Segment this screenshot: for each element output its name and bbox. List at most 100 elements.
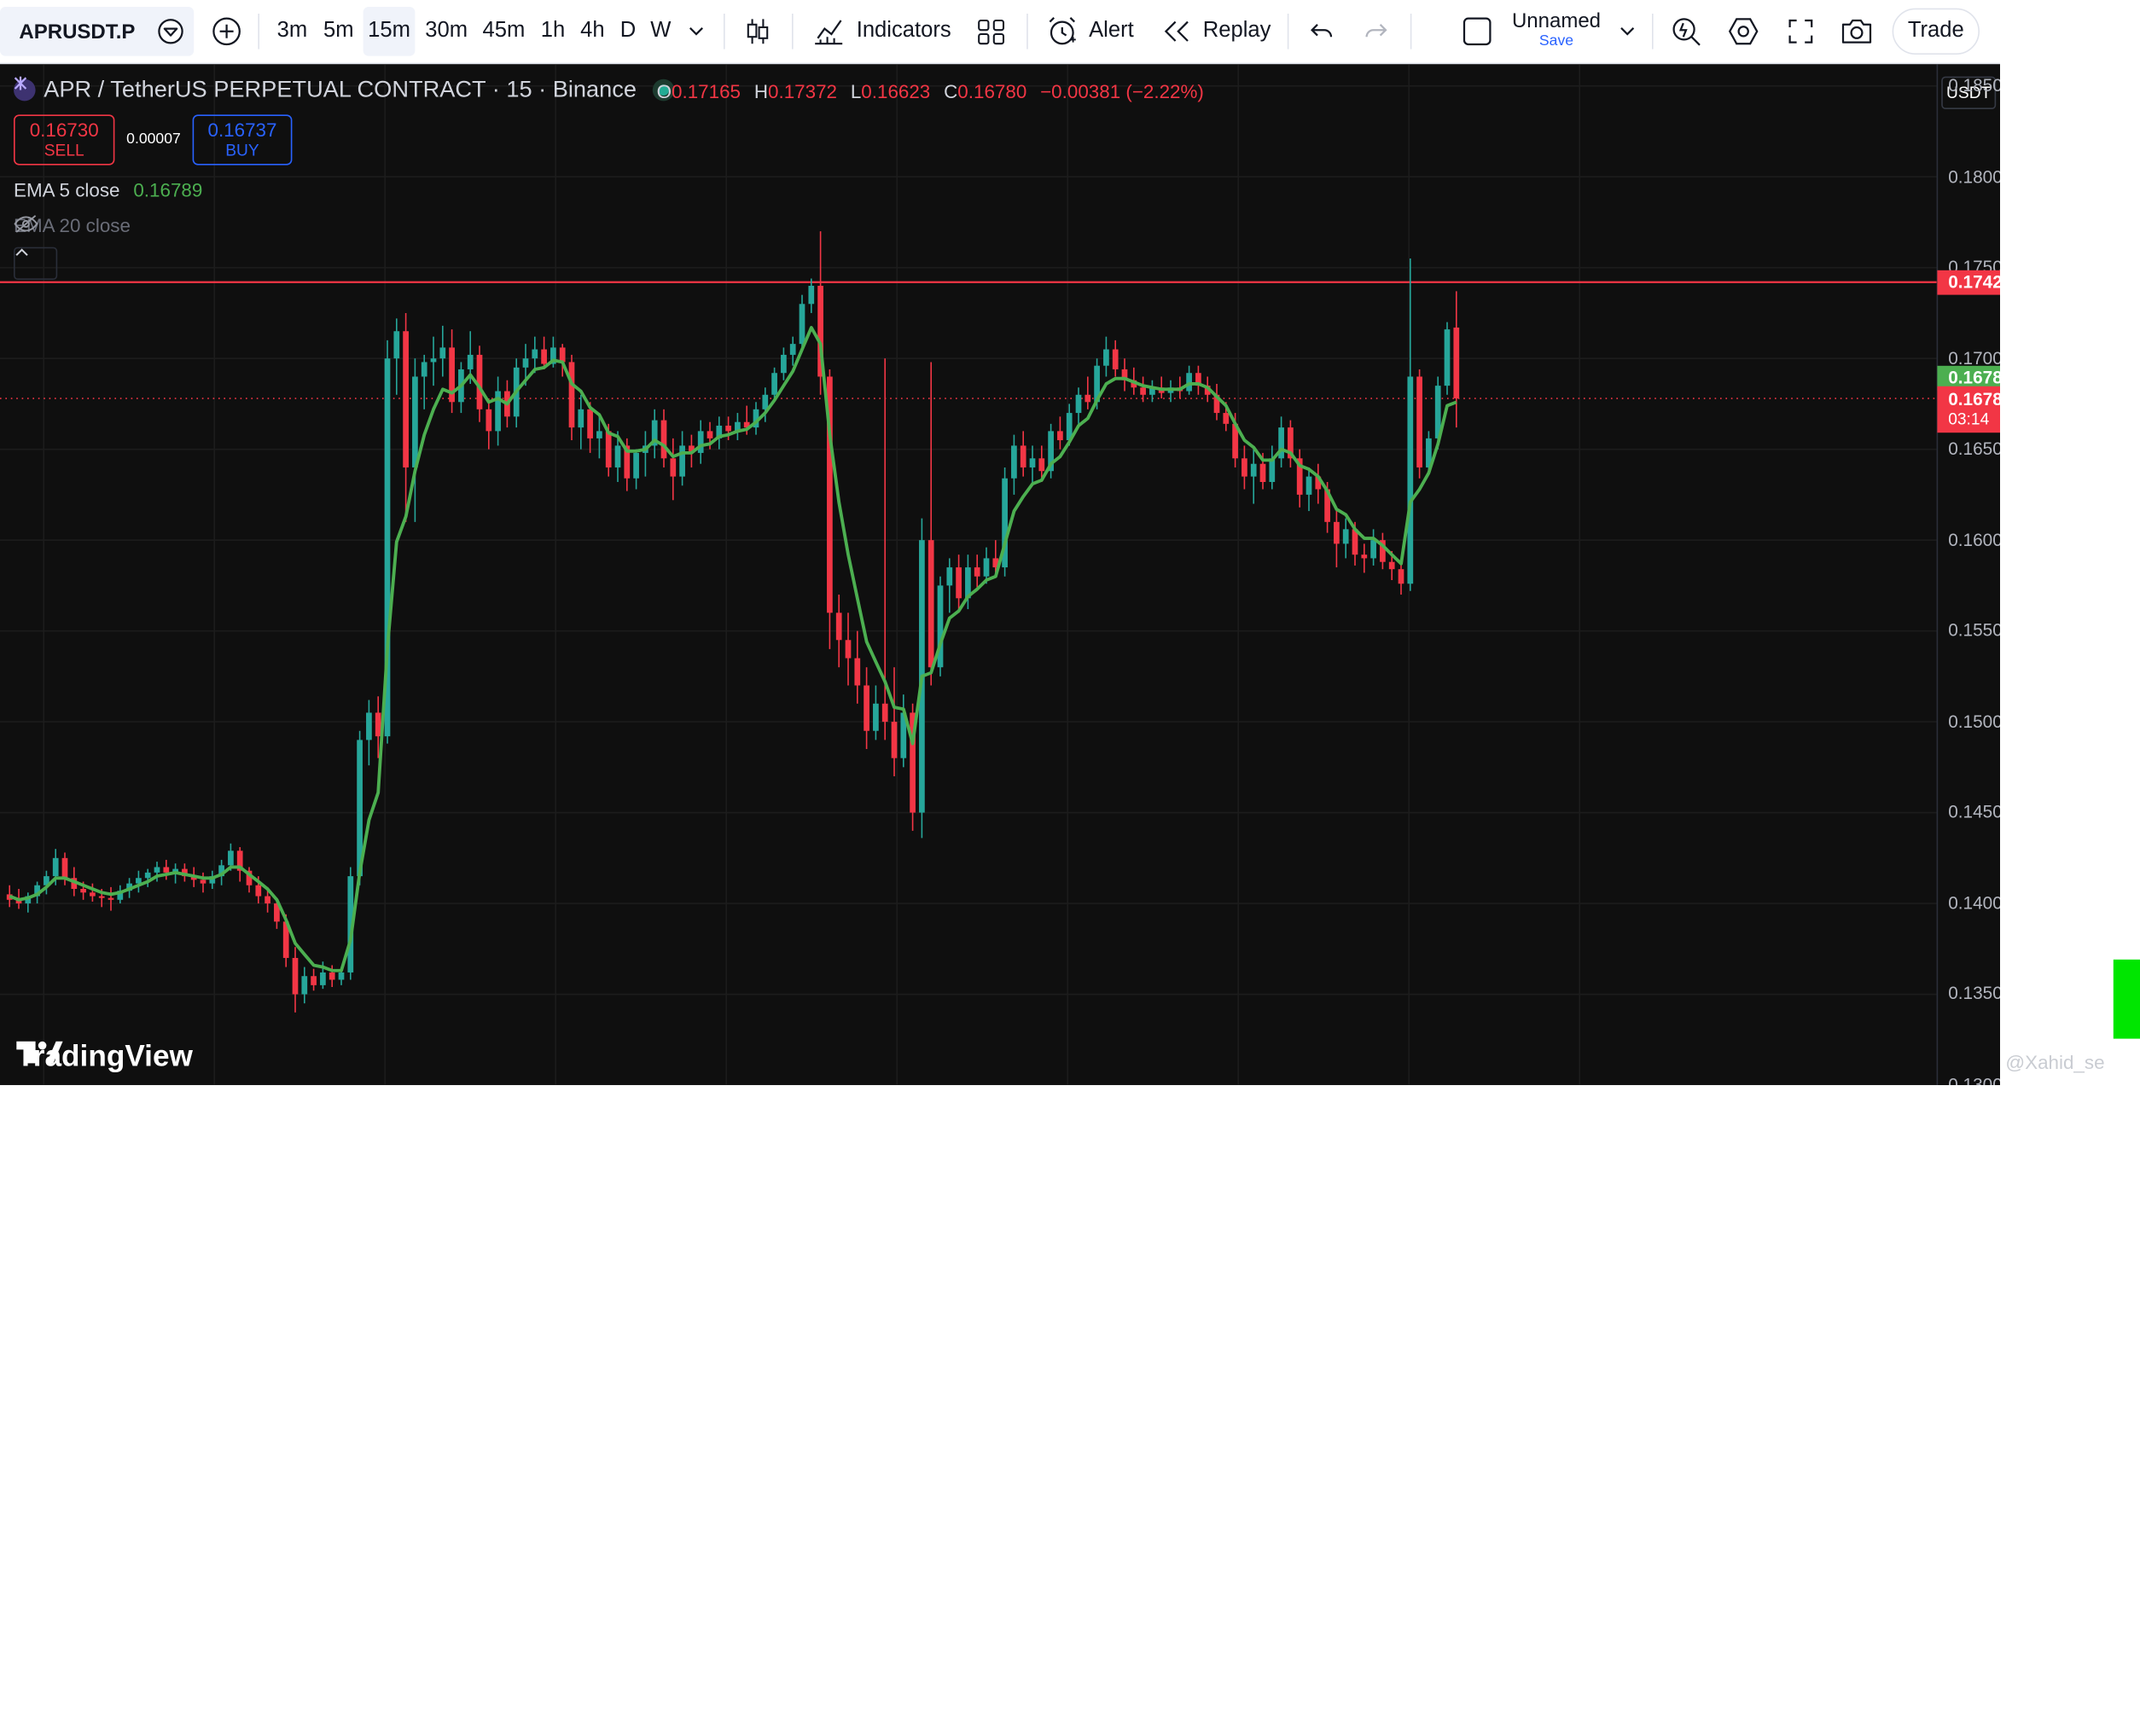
last-price-tag: 0.1678 03:14: [1937, 386, 2000, 433]
fullscreen-icon[interactable]: [1782, 0, 1820, 63]
price-axis-label: 0.1550: [1948, 619, 2000, 641]
price-axis-label: 0.1300: [1948, 1074, 2000, 1086]
indicators-label: Indicators: [856, 19, 951, 43]
candle-down: [311, 976, 317, 985]
candle-down: [559, 347, 566, 363]
bar-countdown: 03:14: [1948, 409, 1990, 429]
interval-5m[interactable]: 5m: [318, 0, 359, 63]
alert-icon: [1048, 17, 1076, 45]
candle-down: [974, 567, 980, 577]
price-axis-label: 0.1850: [1948, 74, 2000, 96]
tradingview-logo-icon: [16, 1041, 63, 1064]
candle-up: [1250, 463, 1257, 477]
quick-search-icon[interactable]: [1667, 0, 1706, 63]
candlestick-chart[interactable]: [0, 64, 2000, 1086]
right-blank-area: [2000, 0, 2140, 1085]
sell-label: SELL: [44, 140, 84, 160]
tradingview-logo[interactable]: TradingView: [16, 1039, 193, 1075]
candle-style-icon[interactable]: [737, 0, 778, 63]
replay-button[interactable]: Replay: [1159, 0, 1273, 63]
interval-d-label: D: [619, 19, 637, 43]
candle-down: [956, 567, 962, 599]
layout-dropdown-icon[interactable]: [1614, 0, 1641, 63]
candle-up: [412, 376, 418, 467]
ema20-legend[interactable]: EMA 20 close: [14, 214, 131, 236]
top-toolbar: APRUSDT.P 3m 5m 15m 30m 45m 1h 4h D W In…: [0, 0, 2000, 65]
interval-15m-label: 15m: [368, 19, 410, 43]
collapse-legend-button[interactable]: [14, 247, 58, 280]
toolbar-separator: [792, 14, 794, 49]
candle-down: [375, 712, 381, 737]
candle-up: [430, 358, 437, 363]
candle-up: [873, 703, 879, 731]
sell-button[interactable]: 0.16730 SELL: [14, 114, 115, 165]
candle-down: [1112, 349, 1119, 369]
layout-name: Unnamed: [1511, 9, 1602, 33]
candle-down: [587, 409, 593, 438]
candle-down: [670, 458, 677, 477]
candle-up: [154, 867, 160, 873]
price-axis-label: 0.1800: [1948, 165, 2000, 187]
symbol-search-icon[interactable]: [153, 0, 189, 63]
candle-up: [808, 286, 815, 305]
low-key: L: [850, 80, 862, 102]
candle-down: [329, 972, 335, 980]
candle-down: [1334, 521, 1340, 544]
interval-1h[interactable]: 1h: [535, 0, 571, 63]
layouts-icon[interactable]: [969, 0, 1013, 63]
candles: [6, 231, 1460, 1013]
toolbar-separator: [724, 14, 725, 49]
high-key: H: [753, 80, 769, 102]
settings-icon[interactable]: [1724, 0, 1763, 63]
ema5-value: 0.16789: [133, 178, 203, 201]
interval-30m[interactable]: 30m: [422, 0, 471, 63]
candle-up: [596, 431, 602, 438]
layout-checkbox-icon[interactable]: [1458, 0, 1497, 63]
candle-up: [679, 445, 685, 477]
green-marker: [2113, 959, 2140, 1039]
candle-down: [1388, 561, 1395, 570]
interval-dropdown-icon[interactable]: [683, 0, 710, 63]
candle-down: [928, 540, 934, 668]
alert-button[interactable]: Alert: [1040, 0, 1138, 63]
change-value: −0.00381 (−2.22%): [1040, 80, 1204, 102]
candle-up: [393, 331, 400, 359]
layout-name-button[interactable]: Unnamed Save: [1504, 0, 1608, 63]
candle-down: [660, 420, 667, 459]
replay-icon: [1164, 20, 1189, 42]
ema5-legend[interactable]: EMA 5 close 0.16789: [14, 179, 202, 201]
candle-down: [265, 896, 270, 904]
interval-3m[interactable]: 3m: [271, 0, 312, 63]
symbol-legend[interactable]: APR / TetherUS PERPETUAL CONTRACT · 15 ·…: [14, 76, 675, 104]
candle-down: [61, 857, 68, 879]
interval-1h-label: 1h: [540, 19, 566, 43]
snapshot-icon[interactable]: [1836, 0, 1877, 63]
hidden-eye-icon[interactable]: [14, 214, 38, 233]
interval-w[interactable]: W: [646, 0, 676, 63]
sell-price: 0.16730: [29, 119, 99, 141]
interval-4h[interactable]: 4h: [575, 0, 611, 63]
undo-icon[interactable]: [1302, 0, 1340, 63]
toolbar-separator: [1026, 14, 1028, 49]
candle-up: [52, 857, 59, 877]
chevron-up-icon: [15, 248, 28, 256]
candle-up: [1342, 529, 1349, 544]
candle-up: [1075, 394, 1082, 414]
ema5-line[interactable]: [9, 326, 1457, 973]
alert-price-tag[interactable]: 0.1742: [1937, 270, 2000, 295]
add-compare-icon[interactable]: [207, 0, 246, 63]
indicators-icon: [815, 20, 843, 45]
interval-d[interactable]: D: [614, 0, 642, 63]
candle-up: [633, 452, 639, 479]
buy-button[interactable]: 0.16737 BUY: [192, 114, 293, 165]
redo-icon[interactable]: [1357, 0, 1395, 63]
price-axis-label: 0.1350: [1948, 983, 2000, 1004]
indicators-button[interactable]: Indicators: [808, 0, 956, 63]
candle-up: [1306, 476, 1312, 495]
chart-pane[interactable]: APR / TetherUS PERPETUAL CONTRACT · 15 ·…: [0, 64, 2000, 1086]
trade-button[interactable]: Trade: [1892, 8, 1980, 55]
interval-45m[interactable]: 45m: [478, 0, 530, 63]
interval-15m[interactable]: 15m: [363, 7, 416, 56]
candle-up: [439, 347, 446, 359]
candle-down: [1453, 327, 1460, 399]
